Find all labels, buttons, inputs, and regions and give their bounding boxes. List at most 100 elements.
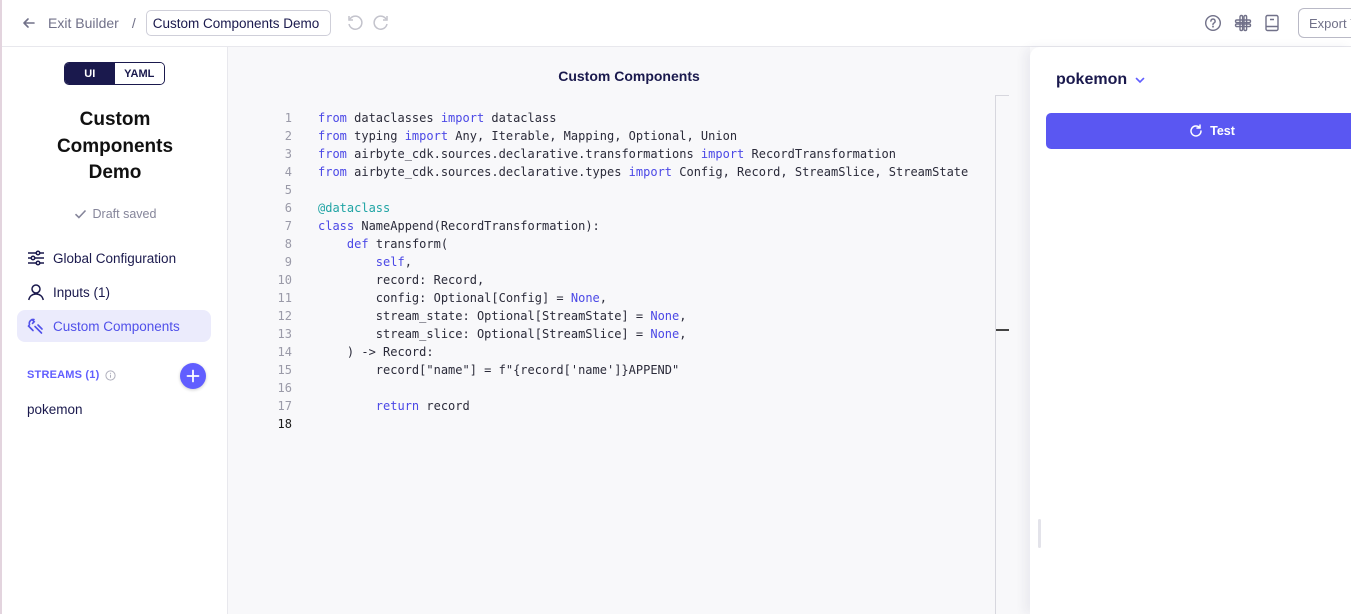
keyword-token: import — [700, 147, 745, 161]
export-yaml-button[interactable]: Export YAML — [1298, 8, 1351, 38]
code-line[interactable]: 5 — [258, 181, 995, 199]
stream-test-panel: pokemon Test — [1030, 47, 1351, 614]
line-number: 2 — [284, 129, 292, 143]
undo-icon[interactable] — [346, 14, 364, 32]
code-line[interactable]: 1 from dataclasses import dataclass — [258, 109, 995, 127]
info-icon[interactable] — [105, 369, 117, 381]
code-line[interactable]: 6 @dataclass — [258, 199, 995, 217]
exit-builder-label: Exit Builder — [48, 15, 119, 31]
code-line[interactable]: 18 — [258, 415, 995, 433]
top-bar: Exit Builder / Custom Components Demo Ex… — [2, 0, 1351, 47]
sidebar-item-global-configuration[interactable]: Global Configuration — [17, 242, 211, 274]
code-line[interactable]: 4 from airbyte_cdk.sources.declarative.ty… — [258, 163, 995, 181]
slack-button[interactable] — [1234, 14, 1252, 32]
code-token: RecordTransformation — [744, 147, 897, 161]
code-token: dataclass — [484, 111, 557, 125]
help-button[interactable] — [1204, 14, 1222, 32]
line-number: 8 — [284, 237, 292, 251]
streams-header: STREAMS (1) — [27, 369, 117, 381]
code-line[interactable]: 13 stream_slice: Optional[StreamSlice] =… — [258, 325, 995, 343]
redo-icon[interactable] — [372, 14, 390, 32]
keyword-token: from — [318, 111, 347, 125]
line-number: 5 — [284, 183, 292, 197]
sidebar-item-label: Custom Components — [53, 318, 180, 334]
code-token: , — [679, 309, 687, 323]
code-text: ) -> Record: — [318, 343, 434, 361]
test-button-label: Test — [1210, 124, 1235, 138]
code-line[interactable]: 14 ) -> Record: — [258, 343, 995, 361]
code-token: record["name"] = f"{record['name']}APPEN… — [318, 363, 680, 377]
sidebar-item-inputs[interactable]: Inputs (1) — [17, 276, 211, 308]
toggle-yaml[interactable]: YAML — [114, 63, 164, 84]
top-right-actions: Export YAML — [1204, 8, 1351, 38]
sidebar-item-label: Inputs (1) — [53, 284, 111, 300]
line-number: 9 — [284, 255, 292, 269]
project-title-line: Components — [56, 135, 174, 157]
code-token: transform( — [368, 237, 449, 251]
editor-scrollbar[interactable] — [995, 95, 996, 614]
line-number: 3 — [284, 147, 292, 161]
code-text: from typing import Any, Iterable, Mappin… — [318, 127, 737, 145]
wrench-icon — [27, 318, 43, 334]
panel-resize-handle[interactable] — [1038, 519, 1041, 548]
keyword-token: self — [375, 255, 405, 269]
code-token: dataclasses — [346, 111, 441, 125]
plus-icon — [186, 369, 200, 383]
line-number: 11 — [277, 291, 292, 305]
code-token: typing — [346, 129, 405, 143]
docs-icon — [1265, 14, 1279, 32]
line-number: 1 — [284, 111, 292, 125]
stream-selector-label: pokemon — [1056, 71, 1128, 88]
code-line[interactable]: 11 config: Optional[Config] = None, — [258, 289, 995, 307]
code-token: Config, Record, StreamSlice, StreamState — [672, 165, 969, 179]
code-editor[interactable]: 1 from dataclasses import dataclass 2 from … — [258, 109, 995, 614]
code-text: stream_slice: Optional[StreamSlice] = No… — [318, 325, 687, 343]
help-icon — [1204, 14, 1222, 32]
draft-status: Draft saved — [2, 207, 228, 221]
add-stream-button[interactable] — [180, 363, 206, 389]
code-token: NameAppend(RecordTransformation): — [354, 219, 600, 233]
code-line[interactable]: 7 class NameAppend(RecordTransformation): — [258, 217, 995, 235]
line-number: 13 — [277, 327, 292, 341]
connector-builder: Exit Builder / Custom Components Demo Ex… — [0, 0, 1351, 614]
chevron-down-icon — [1135, 77, 1145, 83]
code-line[interactable]: 9 self, — [258, 253, 995, 271]
test-button[interactable]: Test — [1046, 113, 1351, 149]
code-line[interactable]: 10 record: Record, — [258, 271, 995, 289]
scrollbar-cursor-marker — [996, 329, 1009, 331]
sidebar-item-custom-components[interactable]: Custom Components — [17, 310, 211, 342]
line-number: 12 — [277, 309, 292, 323]
refresh-icon — [1190, 124, 1202, 137]
decorator-token: @dataclass — [318, 201, 391, 215]
stream-item-pokemon[interactable]: pokemon — [27, 402, 83, 417]
code-token: , — [404, 255, 412, 269]
code-line[interactable]: 17 return record — [258, 397, 995, 415]
toggle-ui[interactable]: UI — [65, 63, 115, 84]
project-title-line: Custom — [79, 109, 151, 130]
code-line[interactable]: 2 from typing import Any, Iterable, Mappi… — [258, 127, 995, 145]
code-token: , — [599, 291, 608, 305]
project-title-line: Demo — [88, 162, 142, 183]
code-line[interactable]: 15 record["name"] = f"{record['name']}AP… — [258, 361, 995, 379]
keyword-token: import — [628, 165, 673, 179]
line-number: 17 — [277, 399, 292, 413]
code-line[interactable]: 16 — [258, 379, 995, 397]
keyword-token: from — [318, 147, 347, 161]
project-name-input[interactable]: Custom Components Demo — [145, 10, 331, 36]
stream-selector[interactable]: pokemon — [1056, 71, 1145, 89]
code-line[interactable]: 12 stream_state: Optional[StreamState] =… — [258, 307, 995, 325]
code-line[interactable]: 3 from airbyte_cdk.sources.declarative.tr… — [258, 145, 995, 163]
draft-status-label: Draft saved — [92, 207, 157, 221]
code-line[interactable]: 8 def transform( — [258, 235, 995, 253]
code-token: record — [419, 399, 470, 413]
code-text: stream_state: Optional[StreamState] = No… — [318, 307, 687, 325]
code-token: record: Record, — [318, 273, 485, 287]
project-title: Custom Components Demo — [2, 107, 228, 187]
exit-builder-link[interactable]: Exit Builder — [22, 15, 119, 31]
code-text: from airbyte_cdk.sources.declarative.tra… — [318, 145, 896, 163]
docs-button[interactable] — [1264, 14, 1280, 32]
line-number: 16 — [277, 381, 292, 395]
keyword-token: return — [375, 399, 420, 413]
